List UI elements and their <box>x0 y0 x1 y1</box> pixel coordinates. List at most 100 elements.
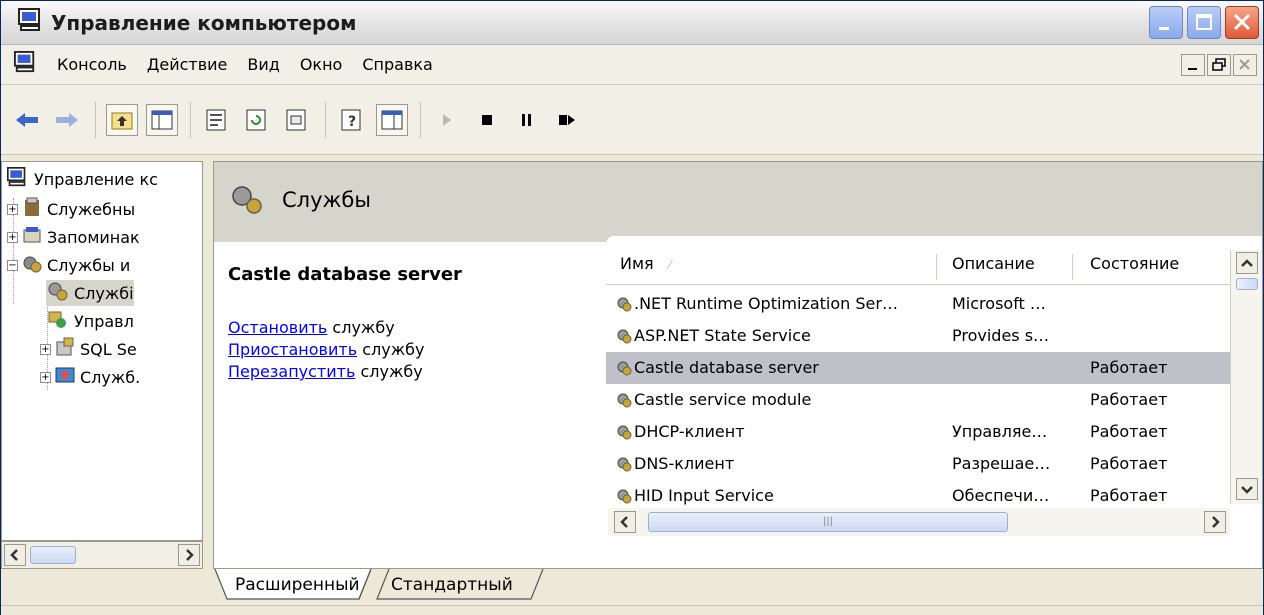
pause-icon <box>522 113 531 126</box>
menu-console[interactable]: Консоль <box>47 55 137 74</box>
tree-item-services[interactable]: Службі <box>46 280 134 306</box>
column-description-header[interactable]: Описание <box>952 254 1035 282</box>
tree-item-wmi[interactable]: Управл <box>46 308 134 334</box>
chevron-right-icon <box>1212 516 1220 528</box>
chevron-left-icon <box>10 549 18 561</box>
expand-icon[interactable]: + <box>40 371 51 383</box>
refresh-button[interactable] <box>241 104 273 136</box>
service-state: Работает <box>1090 454 1168 473</box>
pause-service-link[interactable]: Приостановить <box>228 340 357 359</box>
service-gear-icon <box>616 392 632 412</box>
tab-extended[interactable]: Расширенный <box>235 575 360 595</box>
menu-help[interactable]: Справка <box>352 55 443 74</box>
service-row[interactable]: DNS-клиент Разрешае… Работает <box>606 448 1230 480</box>
service-name: DNS-клиент <box>634 454 735 473</box>
menu-window[interactable]: Окно <box>290 55 353 74</box>
stop-service-link[interactable]: Остановить <box>228 318 327 337</box>
tree-item-sql-server[interactable]: + SQL Se <box>40 336 137 362</box>
vertical-scroll-thumb[interactable] <box>1236 278 1258 290</box>
tab-standard[interactable]: Стандартный <box>391 575 513 595</box>
service-description: Разрешае… <box>952 454 1051 473</box>
menu-action[interactable]: Действие <box>137 55 238 74</box>
tree-item-label: Служебны <box>47 199 136 219</box>
minimize-icon <box>1188 68 1197 70</box>
help-button[interactable]: ? <box>336 104 368 136</box>
scroll-down-button[interactable] <box>1236 478 1258 500</box>
list-horizontal-scrollbar[interactable]: ||| <box>608 508 1230 536</box>
tree-item-label: Управл <box>74 311 134 331</box>
start-service-button[interactable] <box>431 104 463 136</box>
restart-service-button[interactable] <box>551 104 583 136</box>
tree-item-computer-management[interactable]: Управление кс <box>6 166 158 192</box>
tree-item-services-and-apps[interactable]: − Службы и <box>7 252 130 278</box>
scroll-thumb[interactable] <box>30 546 76 564</box>
indexing-icon <box>54 364 76 390</box>
title-bar: Управление компьютером <box>1 1 1263 45</box>
tree-item-label: SQL Se <box>80 339 137 359</box>
close-icon <box>1233 13 1251 31</box>
expand-icon[interactable]: + <box>7 231 18 243</box>
chevron-down-icon <box>1241 486 1253 494</box>
sort-icon: ⁄ <box>668 258 671 272</box>
tree-item-indexing[interactable]: + Служб. <box>40 364 140 390</box>
service-row[interactable]: ASP.NET State Service Provides s… <box>606 320 1230 352</box>
chevron-right-icon <box>186 549 194 561</box>
status-bar <box>1 605 1263 615</box>
scroll-left-button[interactable] <box>614 511 636 533</box>
close-button[interactable] <box>1225 6 1259 39</box>
column-state-header[interactable]: Состояние <box>1090 254 1179 282</box>
child-restore-button[interactable] <box>1207 54 1231 76</box>
stop-service-button[interactable] <box>471 104 503 136</box>
export-button[interactable] <box>281 104 313 136</box>
tree-horizontal-scrollbar[interactable] <box>1 541 203 569</box>
pause-service-button[interactable] <box>511 104 543 136</box>
tree-item-label: Управление кс <box>34 169 158 189</box>
service-gear-icon <box>616 360 632 380</box>
service-row[interactable]: DHCP-клиент Управляе… Работает <box>606 416 1230 448</box>
expand-icon[interactable]: + <box>7 203 18 215</box>
column-name-header[interactable]: Имя ⁄ <box>620 254 671 282</box>
forward-button[interactable] <box>51 104 83 136</box>
header-divider <box>606 284 1230 285</box>
scroll-right-button[interactable] <box>1204 511 1226 533</box>
show-tree-button[interactable] <box>146 103 178 136</box>
scroll-right-button[interactable] <box>178 544 200 566</box>
column-separator <box>936 254 937 280</box>
horizontal-scroll-thumb[interactable]: ||| <box>648 512 1008 532</box>
expand-icon[interactable]: + <box>40 343 51 355</box>
child-minimize-button[interactable] <box>1181 54 1205 76</box>
tree-item-label: Служб. <box>80 367 141 387</box>
menu-bar: Консоль Действие Вид Окно Справка <box>1 45 1263 85</box>
minimize-button[interactable] <box>1149 6 1183 39</box>
services-list: Имя ⁄ Описание Состояние .NET Runtime Op… <box>606 236 1262 542</box>
restart-icon <box>559 114 575 125</box>
service-row[interactable]: Castle database server Работает <box>606 352 1230 384</box>
chevron-up-icon <box>1241 259 1253 267</box>
service-row[interactable]: .NET Runtime Optimization Ser… Microsoft … <box>606 288 1230 320</box>
restart-service-link[interactable]: Перезапустить <box>228 362 355 381</box>
minimize-icon <box>1159 27 1169 30</box>
selected-service-name: Castle database server <box>228 264 462 285</box>
up-level-button[interactable] <box>106 103 138 136</box>
computer-icon <box>13 51 37 78</box>
tools-icon <box>21 196 43 222</box>
console-tree-button[interactable] <box>376 103 408 136</box>
scroll-left-button[interactable] <box>4 544 26 566</box>
scroll-up-button[interactable] <box>1236 252 1258 274</box>
toolbar-separator <box>420 101 421 138</box>
child-window-controls <box>1181 54 1257 76</box>
maximize-button[interactable] <box>1187 6 1221 39</box>
tree-item-storage[interactable]: + Запоминак <box>7 224 140 250</box>
service-state: Работает <box>1090 358 1168 377</box>
tree-item-system-tools[interactable]: + Служебны <box>7 196 135 222</box>
details-title: Службы <box>282 188 371 212</box>
back-button[interactable] <box>11 104 43 136</box>
collapse-icon[interactable]: − <box>7 259 18 271</box>
service-row[interactable]: Castle service module Работает <box>606 384 1230 416</box>
stop-service-suffix: службу <box>327 318 395 337</box>
menu-view[interactable]: Вид <box>237 55 289 74</box>
properties-button[interactable] <box>201 104 233 136</box>
child-close-button[interactable] <box>1233 54 1257 76</box>
list-vertical-scrollbar[interactable] <box>1230 250 1262 504</box>
storage-icon <box>21 224 43 250</box>
